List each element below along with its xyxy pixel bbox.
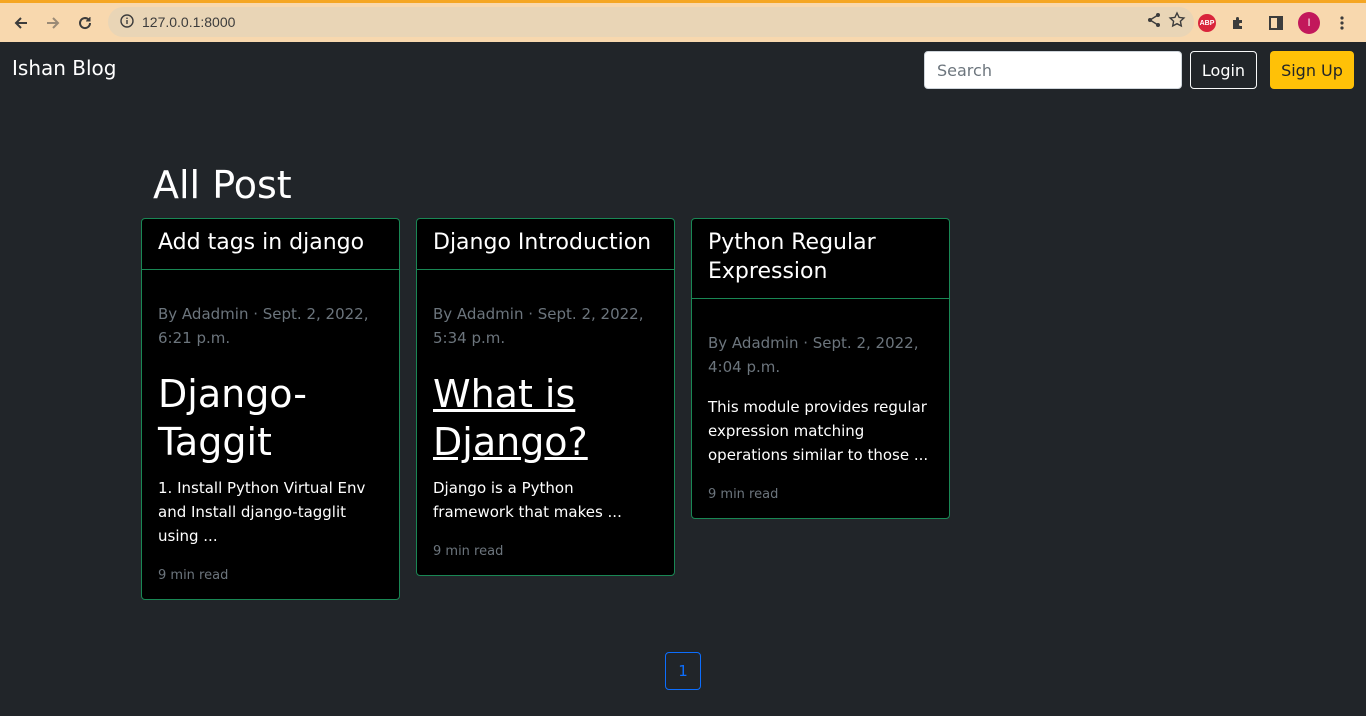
brand-link[interactable]: Ishan Blog bbox=[12, 56, 117, 80]
page-title: All Post bbox=[153, 163, 292, 207]
read-time: 9 min read bbox=[158, 568, 229, 583]
post-card: Add tags in django By Adadmin · Sept. 2,… bbox=[141, 218, 400, 600]
post-title: Add tags in django bbox=[142, 219, 399, 270]
back-icon[interactable] bbox=[5, 7, 37, 39]
signup-button[interactable]: Sign Up bbox=[1270, 51, 1354, 89]
profile-avatar[interactable]: I bbox=[1298, 12, 1320, 34]
bookmark-star-icon[interactable] bbox=[1168, 11, 1186, 33]
post-body: By Adadmin · Sept. 2, 2022, 6:21 p.m. Dj… bbox=[142, 270, 399, 599]
post-heading: Django-Taggit bbox=[158, 372, 307, 464]
kebab-menu-icon[interactable] bbox=[1326, 7, 1358, 39]
post-heading-link[interactable]: What is Django? bbox=[433, 370, 658, 466]
side-panel-icon[interactable] bbox=[1260, 7, 1292, 39]
read-time: 9 min read bbox=[433, 544, 504, 559]
browser-toolbar: 127.0.0.1:8000 ABP I bbox=[0, 0, 1366, 42]
reload-icon[interactable] bbox=[69, 7, 101, 39]
post-excerpt: This module provides regular expression … bbox=[708, 398, 929, 464]
post-body: By Adadmin · Sept. 2, 2022, 4:04 p.m. Th… bbox=[692, 299, 949, 518]
post-meta: By Adadmin · Sept. 2, 2022, 5:34 p.m. bbox=[433, 305, 644, 347]
search-input[interactable] bbox=[924, 51, 1182, 89]
extensions-puzzle-icon[interactable] bbox=[1222, 7, 1254, 39]
url-text: 127.0.0.1:8000 bbox=[142, 14, 236, 30]
post-excerpt: 1. Install Python Virtual Env and Instal… bbox=[158, 479, 366, 545]
post-meta: By Adadmin · Sept. 2, 2022, 4:04 p.m. bbox=[708, 334, 919, 376]
post-body: By Adadmin · Sept. 2, 2022, 5:34 p.m. Wh… bbox=[417, 270, 674, 575]
post-title: Django Introduction bbox=[417, 219, 674, 270]
site-navbar: Ishan Blog Login Sign Up bbox=[0, 42, 1366, 98]
post-meta: By Adadmin · Sept. 2, 2022, 6:21 p.m. bbox=[158, 305, 369, 347]
share-icon[interactable] bbox=[1146, 12, 1162, 32]
post-card: Python Regular Expression By Adadmin · S… bbox=[691, 218, 950, 519]
post-excerpt: Django is a Python framework that makes … bbox=[433, 479, 622, 521]
login-button[interactable]: Login bbox=[1190, 51, 1257, 89]
post-card: Django Introduction By Adadmin · Sept. 2… bbox=[416, 218, 675, 576]
post-title: Python Regular Expression bbox=[692, 219, 949, 299]
forward-icon[interactable] bbox=[37, 7, 69, 39]
site-info-icon[interactable] bbox=[120, 13, 134, 32]
adblock-icon[interactable]: ABP bbox=[1198, 14, 1216, 32]
read-time: 9 min read bbox=[708, 487, 779, 502]
pagination-page-1[interactable]: 1 bbox=[665, 652, 701, 690]
address-bar[interactable]: 127.0.0.1:8000 bbox=[108, 7, 1194, 37]
